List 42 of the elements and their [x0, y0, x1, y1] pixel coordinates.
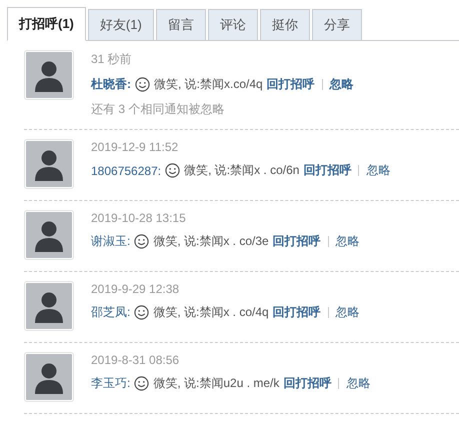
reply-link[interactable]: 回打招呼: [303, 162, 352, 179]
ignore-link[interactable]: 忽略: [330, 76, 354, 93]
message-text: 微笑, 说:禁闻x . co/6n: [184, 162, 300, 179]
smiley-icon: [135, 77, 150, 92]
message-text: 微笑, 说:禁闻x . co/4q: [153, 304, 269, 321]
tab[interactable]: 挺你: [260, 9, 310, 41]
reply-link[interactable]: 回打招呼: [272, 304, 321, 321]
reply-link[interactable]: 回打招呼: [266, 76, 315, 93]
ignore-link[interactable]: 忽略: [346, 375, 370, 392]
avatar-icon: [24, 139, 74, 189]
message-text: 微笑, 说:禁闻u2u . me/k: [153, 375, 280, 392]
tab[interactable]: 留言: [156, 9, 206, 41]
reply-link[interactable]: 回打招呼: [283, 375, 332, 392]
timestamp: 2019-9-29 12:38: [91, 282, 180, 296]
tab[interactable]: 分享: [312, 9, 362, 41]
smiley-icon: [165, 163, 180, 178]
message-text: 微笑, 说:禁闻x.co/4q: [154, 76, 263, 93]
avatar-icon: [24, 281, 74, 331]
sender-name[interactable]: 李玉巧:: [91, 375, 130, 392]
timestamp: 2019-12-9 11:52: [91, 140, 180, 154]
smiley-icon: [134, 376, 150, 391]
tab[interactable]: 打招呼(1): [7, 7, 86, 41]
ignore-link[interactable]: 忽略: [336, 233, 360, 250]
timestamp: 2019-8-31 08:56: [91, 353, 180, 367]
reply-link[interactable]: 回打招呼: [272, 233, 321, 250]
smiley-icon: [134, 234, 150, 249]
avatar-icon: [24, 50, 74, 100]
timestamp: 2019-10-28 13:15: [91, 211, 187, 225]
sender-name[interactable]: 谢淑玉:: [91, 233, 130, 250]
ignore-link[interactable]: 忽略: [336, 304, 360, 321]
message-text: 微笑, 说:禁闻x . co/3e: [153, 233, 269, 250]
tab[interactable]: 评论: [208, 9, 258, 41]
ignore-link[interactable]: 忽略: [366, 162, 390, 179]
tab[interactable]: 好友(1): [88, 9, 154, 41]
timestamp: 31 秒前: [91, 51, 133, 68]
ignored-note: 还有 3 个相同通知被忽略: [91, 101, 226, 118]
sender-name[interactable]: 1806756287:: [91, 164, 162, 178]
sender-name[interactable]: 杜晓香:: [91, 76, 131, 93]
avatar-icon: [24, 210, 74, 260]
sender-name[interactable]: 邵芝凤:: [91, 304, 130, 321]
avatar-icon: [24, 352, 74, 402]
smiley-icon: [134, 305, 150, 320]
